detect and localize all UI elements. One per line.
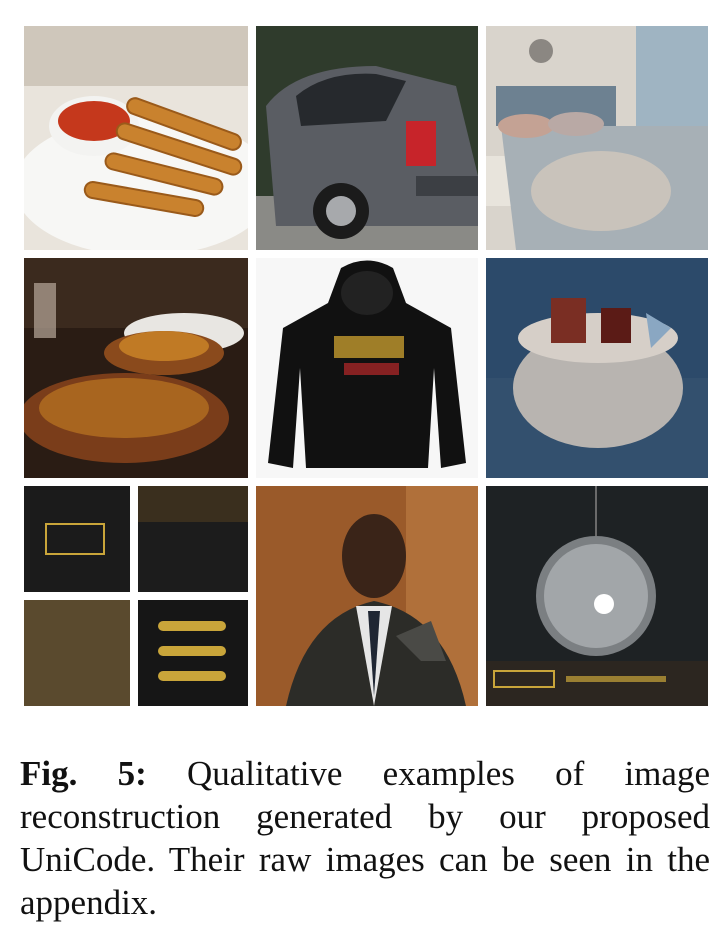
speaker-image <box>256 486 478 706</box>
food-platter-icon <box>24 258 248 478</box>
bedroom-icon <box>486 26 708 250</box>
fries-icon <box>24 26 248 250</box>
car-image <box>256 26 478 250</box>
basket-image <box>486 258 708 478</box>
figure-caption: Fig. 5: Qualitative examples of image re… <box>20 752 710 924</box>
car-icon <box>256 26 478 250</box>
sale-sign-collage-icon <box>24 486 248 706</box>
figure-label: Fig. 5: <box>20 754 147 793</box>
person-at-podium-icon <box>256 486 478 706</box>
signage-collage-image <box>24 486 248 706</box>
hoodie-icon <box>256 258 478 478</box>
food-platter-image <box>24 258 248 478</box>
hoodie-image <box>256 258 478 478</box>
glass-orb-icon <box>486 486 708 706</box>
glass-orb-image <box>486 486 708 706</box>
bedroom-image <box>486 26 708 250</box>
figure-image-grid <box>24 26 714 706</box>
gift-basket-icon <box>486 258 708 478</box>
fries-image <box>24 26 248 250</box>
